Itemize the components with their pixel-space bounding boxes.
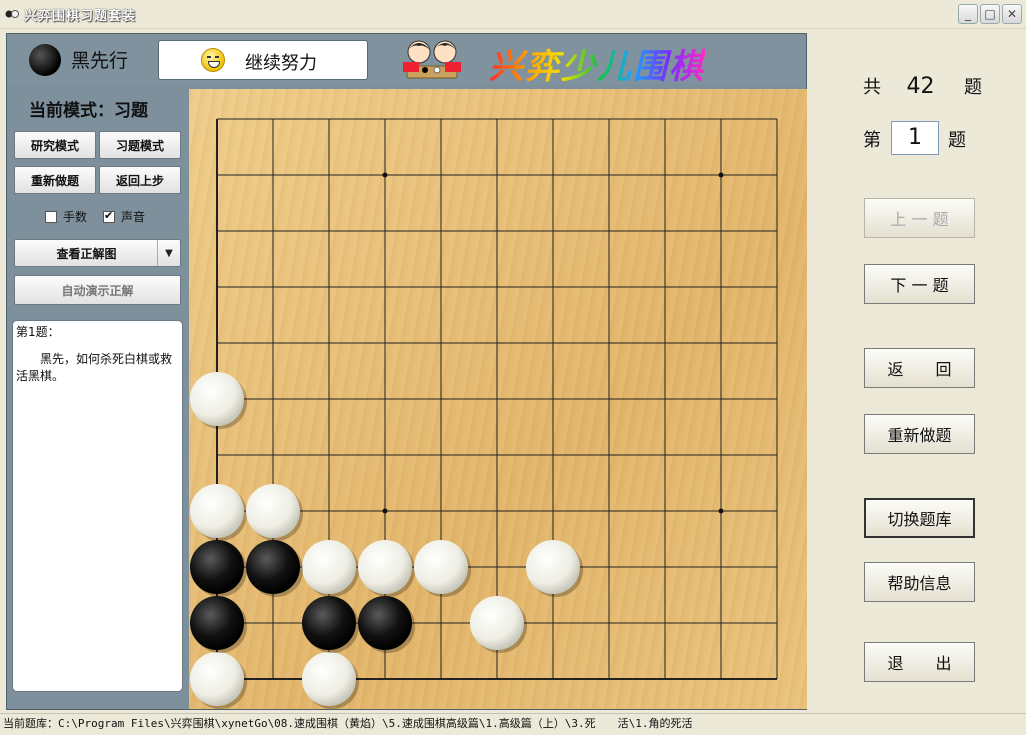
star-point [382,172,388,178]
problem-number-input[interactable]: 1 [891,121,939,155]
title-bar: 兴弈围棋习题套装 _ □ ✕ [0,0,1026,29]
black-stone [302,596,356,650]
current-prefix: 第 [863,130,881,151]
white-stone [190,372,244,426]
white-stone [526,540,580,594]
black-stone-icon [29,44,61,76]
white-stone [358,540,412,594]
back-button[interactable]: 返 回 [864,348,975,388]
help-button[interactable]: 帮助信息 [864,562,975,602]
mascot-icon [403,40,461,79]
go-board[interactable] [189,89,807,709]
star-point [718,172,724,178]
sound-box[interactable] [103,209,115,223]
mode-label: 当前模式：习题 [29,101,148,121]
white-stone [302,652,356,706]
undo-button[interactable]: 返回上步 [99,166,181,194]
move-numbers-box[interactable] [45,210,57,223]
sound-checkbox[interactable]: 声音 [103,208,145,225]
white-stone [246,484,300,538]
black-stone [190,540,244,594]
total-number: 42 [906,74,935,99]
star-point [718,508,724,514]
redo-problem-button[interactable]: 重新做题 [864,414,975,454]
prev-problem-button[interactable]: 上 一 题 [864,198,975,238]
auto-demo-button[interactable]: 自动演示正解 [14,275,181,305]
board-grid[interactable] [189,89,807,709]
black-stone [190,596,244,650]
white-stone [470,596,524,650]
close-button[interactable]: ✕ [1002,4,1022,24]
problem-description: 第1题： 黑先，如何杀死白棋或救活黑棋。 [12,320,183,692]
black-stone [246,540,300,594]
next-problem-button[interactable]: 下 一 题 [864,264,975,304]
exercise-mode-button[interactable]: 习题模式 [99,131,181,159]
minimize-button[interactable]: _ [958,4,978,24]
total-prefix: 共 [863,77,881,98]
research-mode-button[interactable]: 研究模式 [14,131,96,159]
problem-text: 黑先，如何杀死白棋或救活黑棋。 [16,352,173,383]
redo-button[interactable]: 重新做题 [14,166,96,194]
maximize-button[interactable]: □ [980,4,1000,24]
white-stone [414,540,468,594]
app-icon [5,10,19,18]
white-stone [190,484,244,538]
game-panel: 黑先行 继续努力 兴弈少儿围棋 当前模式：习题 研究模式 习题模式 重新做题 返… [6,33,807,710]
total-count: 共 42 题 [863,73,982,99]
view-solution-dropdown[interactable]: 查看正解图 ▼ [14,239,181,267]
black-stone [358,596,412,650]
white-stone [190,652,244,706]
top-bar: 黑先行 继续努力 兴弈少儿围棋 [7,34,806,87]
switch-bank-button[interactable]: 切换题库 [864,498,975,538]
window-title: 兴弈围棋习题套装 [24,9,137,24]
turn-label: 黑先行 [71,50,129,72]
sound-label: 声音 [121,210,146,224]
problem-number: 第1题： [16,325,60,339]
move-numbers-label: 手数 [63,210,88,224]
status-bar: 当前题库：C:\Program Files\兴弈围棋\xynetGo\08.速成… [0,713,1026,735]
total-suffix: 题 [963,77,982,98]
exit-button[interactable]: 退 出 [864,642,975,682]
control-panel: 当前模式：习题 研究模式 习题模式 重新做题 返回上步 手数 声音 查看正解图 … [7,84,188,709]
star-point [382,508,388,514]
smiley-icon [201,48,225,72]
chevron-down-icon[interactable]: ▼ [157,240,180,266]
status-text: 继续努力 [245,53,317,74]
brand-logo: 兴弈少儿围棋 [489,39,705,88]
current-suffix: 题 [948,130,966,151]
move-numbers-checkbox[interactable]: 手数 [45,208,87,225]
status-box: 继续努力 [158,40,368,80]
white-stone [302,540,356,594]
view-solution-label: 查看正解图 [56,246,117,261]
